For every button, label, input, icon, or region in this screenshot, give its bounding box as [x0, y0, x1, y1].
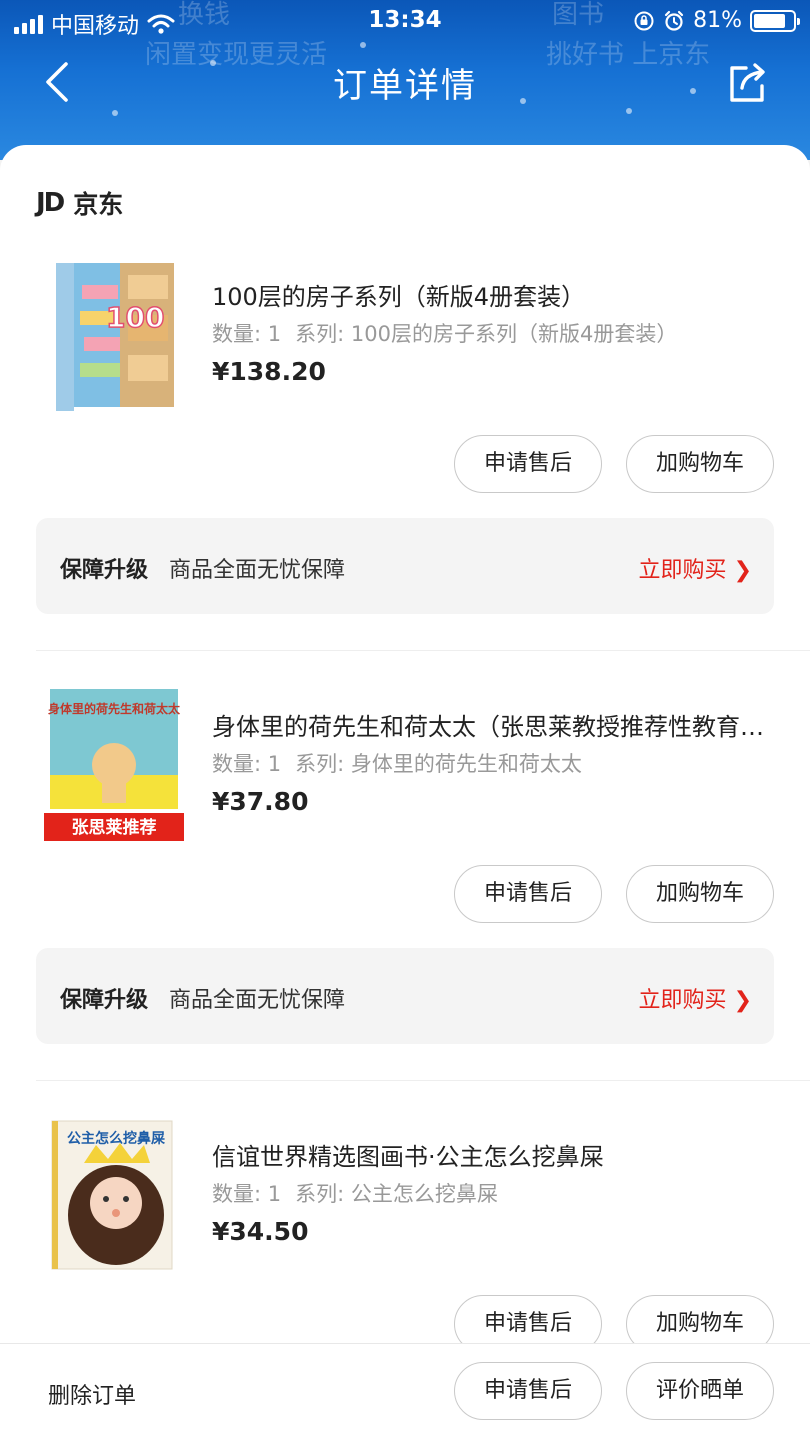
order-after-sale-button[interactable]: 申请售后 — [454, 1362, 602, 1420]
product-item: 身体里的荷先生和荷太太 张思莱推荐 身体里的荷先生和荷太太（张思莱教授推荐性教育… — [0, 685, 810, 945]
cover-banner-text: 张思莱推荐 — [72, 817, 157, 838]
product-price: ¥34.50 — [212, 1217, 309, 1246]
bubble-deco — [626, 108, 632, 114]
product-meta: 数量: 1 系列: 100层的房子系列（新版4册套装） — [212, 318, 782, 348]
product-item: 100 100层的房子系列（新版4册套装） 数量: 1 系列: 100层的房子系列… — [0, 255, 810, 515]
buy-now-label: 立即购买 — [638, 988, 727, 1013]
product-price: ¥37.80 — [212, 787, 309, 816]
product-meta: 数量: 1 系列: 公主怎么挖鼻屎 — [212, 1178, 782, 1208]
guarantee-banner[interactable]: 保障升级 商品全面无忧保障 立即购买 ❯ — [36, 948, 774, 1044]
bubble-deco — [360, 42, 366, 48]
buy-now-link[interactable]: 立即购买 ❯ — [639, 982, 752, 1014]
product-meta: 数量: 1 系列: 身体里的荷先生和荷太太 — [212, 748, 782, 778]
book-cover-image: 100 — [56, 263, 174, 411]
product-title[interactable]: 100层的房子系列（新版4册套装） — [212, 277, 772, 312]
chevron-right-icon: ❯ — [733, 988, 752, 1013]
add-to-cart-button[interactable]: 加购物车 — [626, 865, 774, 923]
delete-order-button[interactable]: 删除订单 — [48, 1378, 136, 1410]
product-quantity: 数量: 1 — [212, 1182, 282, 1206]
guarantee-desc: 商品全面无忧保障 — [169, 988, 346, 1013]
bubble-deco — [112, 110, 118, 116]
product-price: ¥138.20 — [212, 357, 326, 386]
product-series: 系列: 身体里的荷先生和荷太太 — [295, 752, 582, 776]
alarm-icon — [664, 10, 684, 31]
after-sale-button[interactable]: 申请售后 — [454, 435, 602, 493]
shop-name: 京东 — [73, 190, 124, 219]
bottom-action-bar: 删除订单 申请售后 评价晒单 — [0, 1343, 810, 1440]
product-thumbnail[interactable]: 100 — [44, 255, 184, 415]
battery-fill — [754, 13, 785, 28]
status-right: 81% — [633, 8, 800, 33]
book-cover-image: 公主怎么挖鼻屎 — [51, 1120, 173, 1270]
guarantee-label: 保障升级 — [60, 988, 149, 1013]
orientation-lock-icon — [634, 11, 654, 30]
jd-logo: JD — [36, 188, 65, 218]
product-item: 公主怎么挖鼻屎 信谊世界精选图画书·公主怎么挖鼻屎 数量: 1 系列: 公主怎么挖… — [0, 1115, 810, 1355]
book-cover-text: 身体里的荷先生和荷太太 — [48, 701, 181, 716]
status-bar: 中国移动 13:34 81% — [0, 0, 810, 42]
guarantee-banner[interactable]: 保障升级 商品全面无忧保障 立即购买 ❯ — [36, 518, 774, 614]
product-thumbnail[interactable]: 身体里的荷先生和荷太太 张思莱推荐 — [44, 685, 184, 845]
product-title[interactable]: 信谊世界精选图画书·公主怎么挖鼻屎 — [212, 1137, 772, 1172]
review-order-button[interactable]: 评价晒单 — [626, 1362, 774, 1420]
order-card: JD 京东 100 100层的房子系列（新版4册套装） 数量: 1 系列: 100… — [0, 145, 810, 1440]
product-series: 系列: 100层的房子系列（新版4册套装） — [295, 322, 678, 346]
after-sale-button[interactable]: 申请售后 — [454, 865, 602, 923]
guarantee-label: 保障升级 — [60, 558, 149, 583]
book-cover-text: 公主怎么挖鼻屎 — [67, 1130, 166, 1147]
product-title[interactable]: 身体里的荷先生和荷太太（张思莱教授推荐性教育… — [212, 707, 772, 742]
product-thumbnail[interactable]: 公主怎么挖鼻屎 — [44, 1115, 184, 1275]
product-series: 系列: 公主怎么挖鼻屎 — [295, 1182, 498, 1206]
buy-now-label: 立即购买 — [638, 558, 727, 583]
shop-header[interactable]: JD 京东 — [36, 185, 123, 221]
book-cover-text: 100 — [106, 301, 164, 334]
divider — [36, 650, 810, 651]
product-quantity: 数量: 1 — [212, 322, 282, 346]
book-cover-image: 身体里的荷先生和荷太太 张思莱推荐 — [44, 689, 184, 841]
page-title: 订单详情 — [333, 66, 477, 106]
share-icon[interactable] — [726, 60, 770, 104]
add-to-cart-button[interactable]: 加购物车 — [626, 435, 774, 493]
guarantee-desc: 商品全面无忧保障 — [169, 558, 346, 583]
product-quantity: 数量: 1 — [212, 752, 282, 776]
battery-icon — [750, 9, 800, 32]
buy-now-link[interactable]: 立即购买 ❯ — [639, 552, 752, 584]
header-banner: 换钱 闲置变现更灵活 图书 挑好书 上京东 中国移动 13:34 81% 订单详… — [0, 0, 810, 160]
chevron-right-icon: ❯ — [733, 558, 752, 583]
battery-percent: 81% — [693, 8, 742, 33]
divider — [36, 1080, 810, 1081]
